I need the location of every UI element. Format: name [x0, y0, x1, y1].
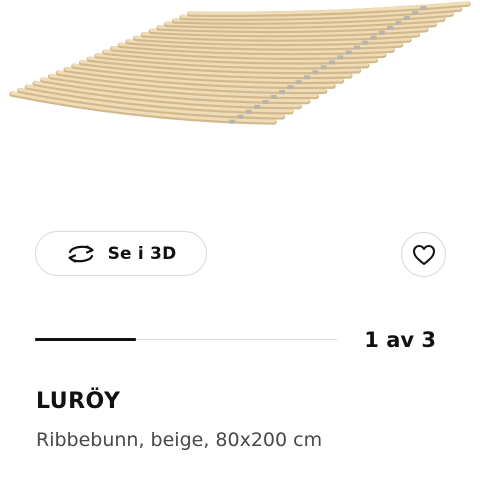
carousel-counter: 1 av 3	[364, 328, 436, 352]
product-image	[0, 0, 480, 200]
view-in-3d-button[interactable]: Se i 3D	[35, 231, 207, 276]
product-name: LURÖY	[36, 389, 121, 414]
rotate-3d-icon	[66, 244, 96, 264]
product-description: Ribbebunn, beige, 80x200 cm	[36, 429, 323, 451]
heart-icon	[412, 244, 435, 265]
product-page: Se i 3D 1 av 3 LURÖY Ribbebunn, beige, 8…	[0, 0, 480, 480]
carousel-progress-track[interactable]	[35, 338, 337, 341]
favourite-button[interactable]	[401, 232, 446, 277]
carousel-progress-indicator	[35, 338, 136, 341]
view-in-3d-label: Se i 3D	[107, 243, 177, 264]
slatted-bed-base-image	[9, 1, 471, 125]
